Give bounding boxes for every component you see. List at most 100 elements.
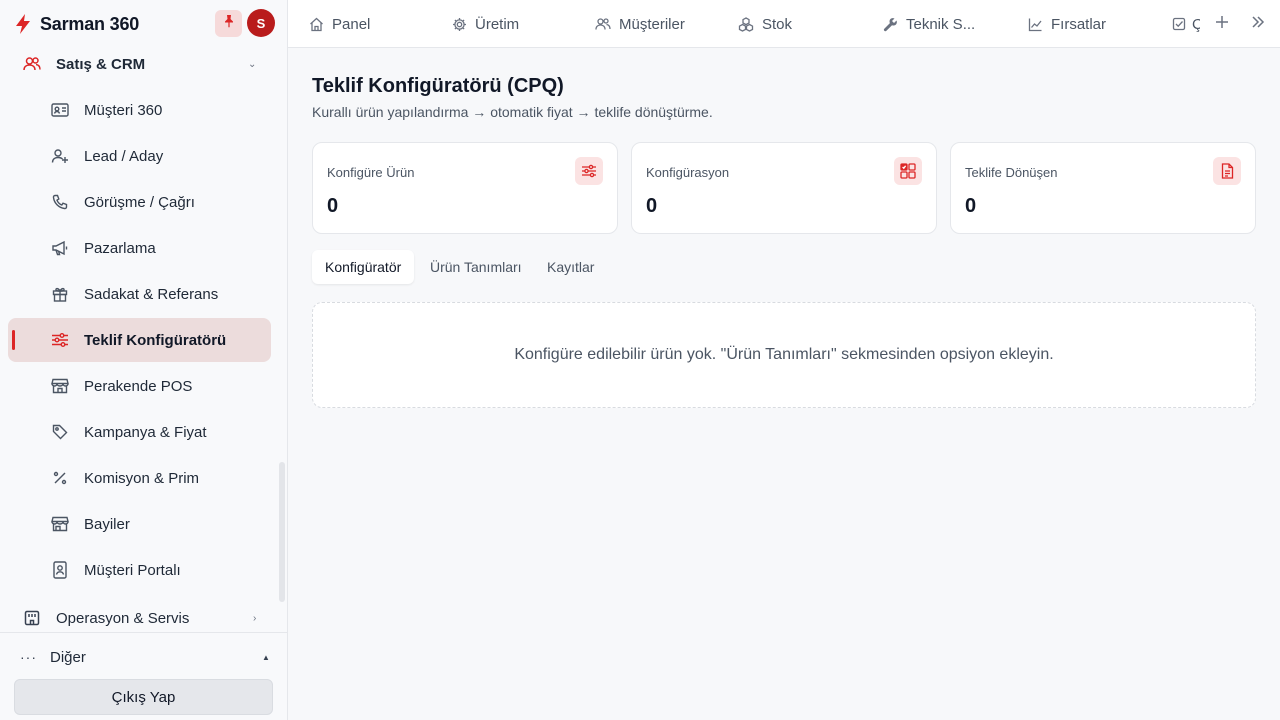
sidebar-nav: Satış & CRM ⌄ Müşteri 360 Lead / Aday Gö… [0, 48, 287, 632]
sidebar-item-bayiler[interactable]: Bayiler [8, 502, 271, 546]
pin-icon [222, 14, 236, 33]
sidebar-item-komisyon-prim[interactable]: Komisyon & Prim [8, 456, 271, 500]
more-dots-icon: ··· [20, 649, 37, 665]
stat-value: 0 [965, 195, 977, 217]
storefront-icon [50, 514, 70, 534]
sidebar-item-label: Lead / Aday [84, 147, 164, 165]
chevron-down-icon: ⌄ [248, 58, 257, 70]
stat-label: Teklife Dönüşen [965, 165, 1058, 180]
tab-stok[interactable]: Stok [738, 0, 792, 48]
tab-musteriler[interactable]: Müşteriler [595, 0, 685, 48]
sidebar-item-label: Teklif Konfigüratörü [84, 331, 227, 349]
nav-group-label: Diğer [50, 648, 86, 666]
tag-icon [50, 422, 70, 442]
sidebar-item-teklif-konfiguratoru[interactable]: Teklif Konfigüratörü [8, 318, 271, 362]
logout-button[interactable]: Çıkış Yap [14, 679, 273, 715]
tab-konfigurator[interactable]: Konfigüratör [312, 250, 415, 284]
plus-icon [1215, 15, 1229, 34]
tab-label: Stok [762, 15, 793, 33]
percent-icon [50, 468, 70, 488]
stat-card-teklife-donusen: Teklife Dönüşen 0 [950, 142, 1256, 234]
empty-state: Konfigüre edilebilir ürün yok. "Ürün Tan… [312, 302, 1256, 408]
sidebar-item-pazarlama[interactable]: Pazarlama [8, 226, 271, 270]
sidebar-item-label: Sadakat & Referans [84, 285, 219, 303]
sidebar-item-perakende-pos[interactable]: Perakende POS [8, 364, 271, 408]
chevron-right-icon: › [253, 612, 257, 624]
sidebar-item-label: Müşteri 360 [84, 101, 163, 119]
sidebar-scrollbar[interactable] [279, 462, 285, 602]
sidebar-item-label: Kampanya & Fiyat [84, 423, 207, 441]
tab-label: Teknik S... [906, 15, 976, 33]
portal-icon [50, 560, 70, 580]
id-card-icon [50, 100, 70, 120]
main-content: Teklif Konfigüratörü (CPQ) Kurallı ürün … [288, 48, 1280, 720]
sidebar-item-label: Görüşme / Çağrı [84, 193, 195, 211]
sidebar-item-lead-aday[interactable]: Lead / Aday [8, 134, 271, 178]
stat-card-konfigure-urun: Konfigüre Ürün 0 [312, 142, 618, 234]
pin-button[interactable] [215, 10, 242, 37]
bolt-icon [12, 13, 34, 35]
top-tab-bar: Panel Üretim Müşteriler Stok Teknik S...… [288, 0, 1280, 48]
tab-overflow[interactable]: Ç [1172, 0, 1200, 48]
sidebar-item-gorusme-cagri[interactable]: Görüşme / Çağrı [8, 180, 271, 224]
sidebar-item-label: Pazarlama [84, 239, 156, 257]
brand-header: Sarman 360 [0, 0, 287, 48]
sidebar-item-label: Komisyon & Prim [84, 469, 200, 487]
chart-line-icon [1027, 16, 1043, 32]
sliders-icon [50, 330, 70, 350]
document-icon [1213, 157, 1241, 185]
sidebar-item-kampanya-fiyat[interactable]: Kampanya & Fiyat [8, 410, 271, 454]
tab-label: Panel [332, 15, 371, 33]
sidebar-item-label: Perakende POS [84, 377, 193, 395]
sidebar-item-musteri-360[interactable]: Müşteri 360 [8, 88, 271, 132]
nav-group-operasyon-servis[interactable]: Operasyon & Servis › [0, 602, 287, 632]
stat-label: Konfigürasyon [646, 165, 730, 180]
tab-label: Müşteriler [619, 15, 685, 33]
add-tab-button[interactable] [1212, 14, 1232, 34]
tab-label: Ç [1192, 15, 1200, 33]
stat-label: Konfigüre Ürün [327, 165, 415, 180]
page-subtitle: Kurallı ürün yapılandırma → otomatik fiy… [312, 104, 713, 120]
check-square-icon [1172, 16, 1186, 32]
megaphone-icon [50, 238, 70, 258]
stat-value: 0 [327, 195, 339, 217]
chevrons-right-icon [1251, 15, 1265, 34]
page-title: Teklif Konfigüratörü (CPQ) [312, 75, 564, 97]
sidebar: Sarman 360 S Satış & CRM ⌄ Müşteri 360 L… [0, 0, 288, 720]
more-tabs-button[interactable] [1248, 14, 1268, 34]
store-icon [50, 376, 70, 396]
boxes-icon [738, 16, 754, 32]
sidebar-item-label: Müşteri Portalı [84, 561, 181, 579]
sliders-icon [575, 157, 603, 185]
home-icon [308, 16, 324, 32]
building-icon [22, 608, 42, 628]
avatar[interactable]: S [247, 9, 275, 37]
sidebar-item-label: Bayiler [84, 515, 130, 533]
sidebar-item-musteri-portali[interactable]: Müşteri Portalı [8, 548, 271, 592]
phone-icon [50, 192, 70, 212]
gift-icon [50, 284, 70, 304]
chevron-up-icon: ▲ [262, 652, 270, 662]
active-indicator [12, 330, 15, 350]
stat-value: 0 [646, 195, 658, 217]
app-name[interactable]: Sarman 360 [40, 14, 139, 35]
tab-label: Fırsatlar [1051, 15, 1107, 33]
tab-panel[interactable]: Panel [308, 0, 370, 48]
gear-icon [451, 16, 467, 32]
tab-firsatlar[interactable]: Fırsatlar [1027, 0, 1106, 48]
nav-group-label: Operasyon & Servis [56, 609, 190, 627]
sidebar-item-sadakat-referans[interactable]: Sadakat & Referans [8, 272, 271, 316]
grid-check-icon [894, 157, 922, 185]
tab-uretim[interactable]: Üretim [451, 0, 519, 48]
nav-group-diger[interactable]: ··· Diğer ▲ [0, 643, 287, 671]
nav-group-label: Satış & CRM [56, 55, 146, 73]
tab-urun-tanimlari[interactable]: Ürün Tanımları [430, 250, 522, 284]
users-icon [595, 16, 611, 32]
sidebar-footer: ··· Diğer ▲ Çıkış Yap [0, 632, 287, 720]
tab-label: Üretim [475, 15, 520, 33]
nav-group-sales-crm[interactable]: Satış & CRM ⌄ [0, 48, 287, 80]
stat-card-konfigurasyon: Konfigürasyon 0 [631, 142, 937, 234]
tab-teknik-servis[interactable]: Teknik S... [882, 0, 975, 48]
tab-kayitlar[interactable]: Kayıtlar [547, 250, 594, 284]
empty-state-message: Konfigüre edilebilir ürün yok. "Ürün Tan… [514, 346, 1054, 363]
